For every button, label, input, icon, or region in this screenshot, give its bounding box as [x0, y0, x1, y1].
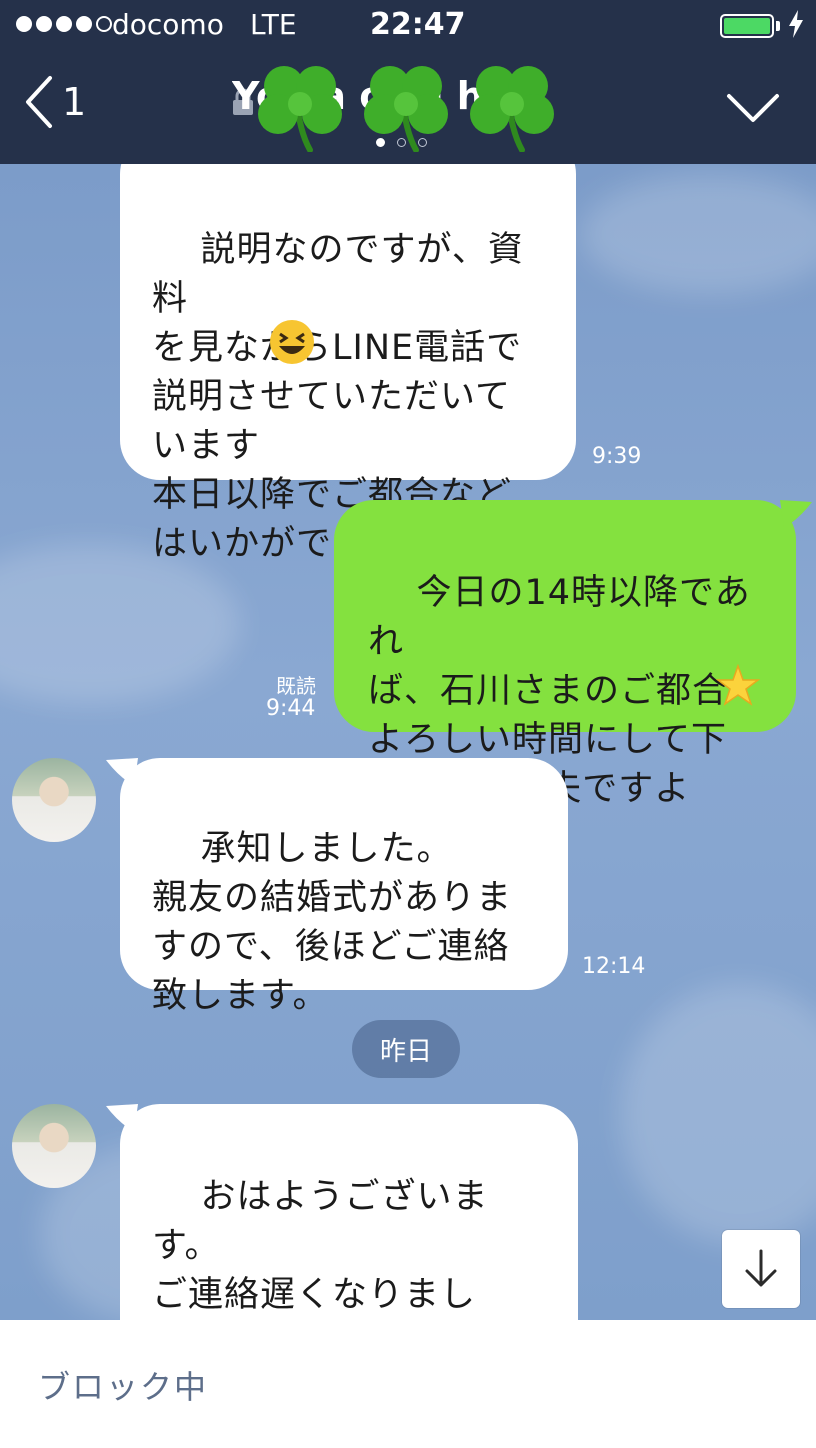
- carrier-name: docomo: [112, 8, 224, 41]
- signal-strength-icon: [16, 16, 112, 32]
- charging-icon: [789, 10, 803, 38]
- blocked-status: ブロック中: [38, 1368, 209, 1406]
- avatar[interactable]: [12, 758, 96, 842]
- message-bubble-incoming[interactable]: 承知しました。 親友の結婚式がありま すので、後ほどご連絡 致します。: [120, 758, 568, 1016]
- arrow-down-icon: [745, 1249, 777, 1287]
- message-text: 承知しました。 親友の結婚式がありま すので、後ほどご連絡 致します。: [152, 829, 513, 1016]
- message-bubble-incoming[interactable]: 説明なのですが、資料 を見ながらLINE電話で 説明させていただいて います 本…: [120, 164, 576, 564]
- page-indicator: [376, 138, 427, 147]
- blocked-footer: ブロック中: [0, 1320, 816, 1448]
- back-button[interactable]: 1: [22, 74, 86, 130]
- message-time: 12:14: [582, 954, 646, 979]
- grinning-emoji-icon: [270, 320, 314, 364]
- chevron-down-icon[interactable]: [726, 92, 780, 124]
- clover-icon: [470, 66, 554, 152]
- chat-area[interactable]: 説明なのですが、資料 を見ながらLINE電話で 説明させていただいて います 本…: [0, 164, 816, 1320]
- scroll-to-bottom-button[interactable]: [722, 1230, 800, 1308]
- message-text: おはようございます。 ご連絡遅くなりまし た。 説明ですが、本日の20: [152, 1177, 489, 1315]
- chevron-left-icon: [26, 76, 52, 128]
- message-bubble-incoming[interactable]: おはようございます。 ご連絡遅くなりまし た。 説明ですが、本日の20: [120, 1104, 578, 1320]
- status-time: 22:47: [370, 7, 466, 42]
- chat-header: 1 Yoika o Hi hi: [0, 52, 816, 164]
- message-time: 9:44: [266, 696, 316, 721]
- network-type: LTE: [250, 8, 297, 41]
- date-separator: 昨日: [352, 1020, 460, 1078]
- message-time: 9:39: [592, 444, 642, 469]
- clover-icon: [258, 66, 342, 152]
- avatar[interactable]: [12, 1104, 96, 1188]
- battery-icon: [720, 14, 774, 38]
- status-bar: docomo LTE 22:47: [0, 0, 816, 52]
- unread-count: 1: [62, 80, 87, 124]
- sparkle-star-icon: [716, 664, 760, 706]
- read-receipt: 既読: [276, 674, 316, 698]
